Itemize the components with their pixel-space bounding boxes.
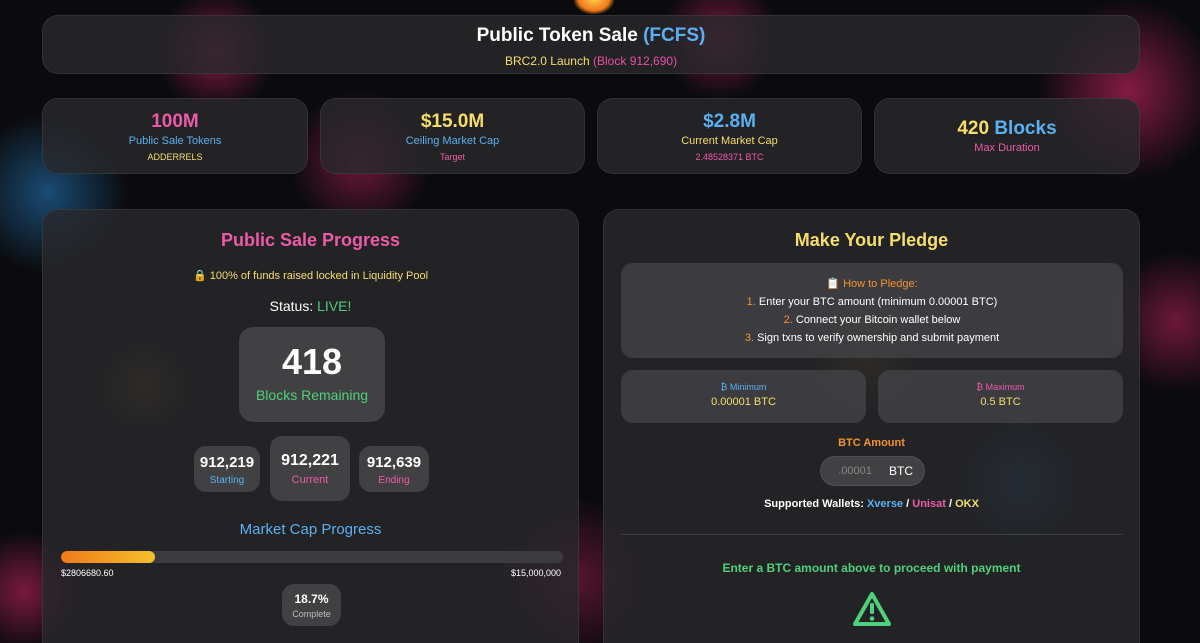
page-title: Public Token Sale (FCFS) (476, 25, 706, 46)
how-to-pledge-box: 📋 How to Pledge: 1. Enter your BTC amoun… (621, 263, 1123, 358)
maximum-pledge-value: 0.5 BTC (980, 396, 1021, 408)
divider (621, 534, 1123, 535)
how-to-pledge-title: 📋 How to Pledge: (826, 278, 918, 290)
pledge-panel: Make Your Pledge 📋 How to Pledge: 1. Ent… (603, 209, 1140, 643)
current-block-box: 912,221 Current (270, 436, 350, 501)
flame-logo-icon (574, 0, 614, 14)
market-cap-progress-bar (61, 551, 563, 563)
warning-triangle-icon (853, 592, 891, 626)
sale-progress-panel: Public Sale Progress 🔒 100% of funds rai… (42, 209, 579, 643)
blocks-remaining-box: 418 Blocks Remaining (239, 327, 385, 422)
minimum-pledge-value: 0.00001 BTC (711, 396, 776, 408)
btc-amount-label: BTC Amount (838, 437, 905, 449)
stat-public-sale-tokens: 100M Public Sale Tokens ADDERRELS (42, 98, 308, 174)
completion-percent: 18.7% (294, 592, 329, 606)
minimum-pledge-box: ₿ Minimum 0.00001 BTC (621, 370, 866, 423)
stat-ceiling-market-cap: $15.0M Ceiling Market Cap Target (320, 98, 585, 174)
status-badge: LIVE! (317, 298, 352, 314)
market-cap-progress-title: Market Cap Progress (239, 521, 382, 538)
btc-amount-field: BTC (820, 456, 925, 486)
maximum-pledge-box: ₿ Maximum 0.5 BTC (878, 370, 1123, 423)
ending-block-box: 912,639 Ending (359, 446, 429, 492)
supported-wallets: Supported Wallets: Xverse / Unisat / OKX (764, 498, 979, 510)
stat-max-duration: 420 Blocks Max Duration (874, 98, 1140, 174)
progress-bar-fill (61, 551, 155, 563)
wallet-xverse: Xverse (866, 498, 904, 510)
blocks-remaining-count: 418 (281, 341, 343, 382)
proceed-instruction: Enter a BTC amount above to proceed with… (722, 561, 1021, 575)
pledge-title: Make Your Pledge (794, 230, 949, 250)
btc-amount-input[interactable] (821, 457, 889, 485)
page-subtitle: BRC2.0 Launch (Block 912,690) (504, 54, 678, 68)
liquidity-lock-note: 🔒 100% of funds raised locked in Liquidi… (192, 270, 429, 282)
pledge-step: 1. Enter your BTC amount (minimum 0.0000… (746, 296, 998, 308)
pledge-step: 3. Sign txns to verify ownership and sub… (744, 332, 1000, 344)
target-market-cap-value: $15,000,000 (510, 568, 561, 578)
stat-current-market-cap: $2.8M Current Market Cap 2.48528371 BTC (597, 98, 862, 174)
starting-block-box: 912,219 Starting (194, 446, 260, 492)
sale-header: Public Token Sale (FCFS) BRC2.0 Launch (… (42, 15, 1140, 74)
completion-box: 18.7% Complete (282, 584, 341, 626)
pledge-step: 2. Connect your Bitcoin wallet below (783, 314, 961, 326)
btc-unit-label: BTC (889, 464, 913, 478)
wallet-unisat: Unisat (912, 498, 946, 510)
wallet-okx: OKX (955, 498, 979, 510)
current-market-cap-value: $2806680.60 (61, 568, 114, 578)
sale-status: Status: LIVE! (269, 298, 352, 314)
progress-title: Public Sale Progress (220, 230, 401, 250)
